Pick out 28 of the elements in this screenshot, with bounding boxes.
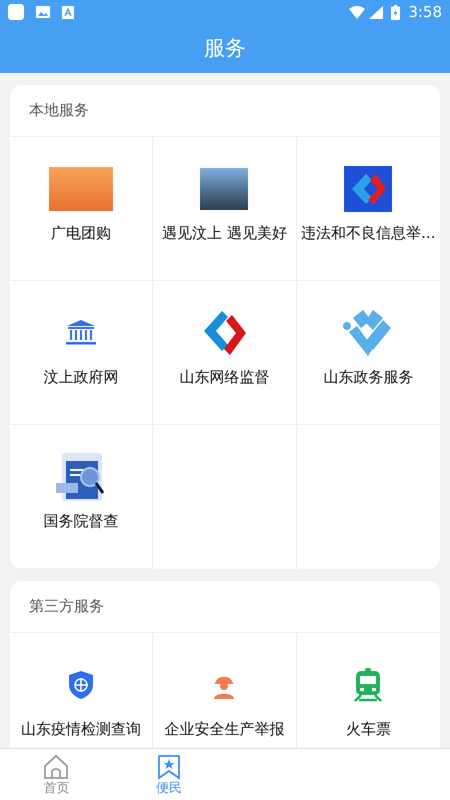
status-time: 3:58 bbox=[408, 4, 442, 20]
battery-charging-icon bbox=[391, 4, 400, 20]
service-item[interactable]: 山东政务服务 bbox=[296, 281, 440, 424]
promo-image-placeholder bbox=[49, 167, 114, 211]
service-item[interactable]: 山东网络监督 bbox=[153, 281, 296, 424]
home-icon bbox=[43, 754, 70, 780]
service-item[interactable]: 广电团购 bbox=[10, 137, 152, 280]
square-notification-icon bbox=[8, 4, 24, 20]
chevron-logo-icon bbox=[344, 166, 392, 212]
bookmark-star-icon bbox=[156, 754, 181, 780]
service-item[interactable]: 企业安全生产举报 bbox=[153, 633, 296, 748]
shield-icon bbox=[69, 671, 94, 699]
service-item[interactable]: 汶上政府网 bbox=[10, 281, 152, 424]
signal-icon bbox=[369, 6, 384, 18]
section-title: 本地服务 bbox=[29, 100, 89, 122]
letter-notification-icon bbox=[62, 6, 74, 18]
bank-building-icon bbox=[65, 319, 98, 347]
document-magnifier-icon bbox=[56, 453, 106, 501]
section-title: 第三方服务 bbox=[29, 596, 104, 618]
service-item[interactable]: 遇见汶上 遇见美好 bbox=[153, 137, 296, 280]
image-notification-icon bbox=[36, 6, 50, 18]
train-icon bbox=[353, 668, 384, 702]
service-item[interactable]: 国务院督查 bbox=[10, 425, 152, 568]
heart-blocks-logo-icon bbox=[343, 308, 394, 358]
service-item[interactable]: 违法和不良信息举... bbox=[296, 137, 440, 280]
city-photo-placeholder bbox=[200, 168, 248, 210]
wifi-icon bbox=[349, 6, 366, 18]
page-title: 服务 bbox=[204, 34, 246, 62]
